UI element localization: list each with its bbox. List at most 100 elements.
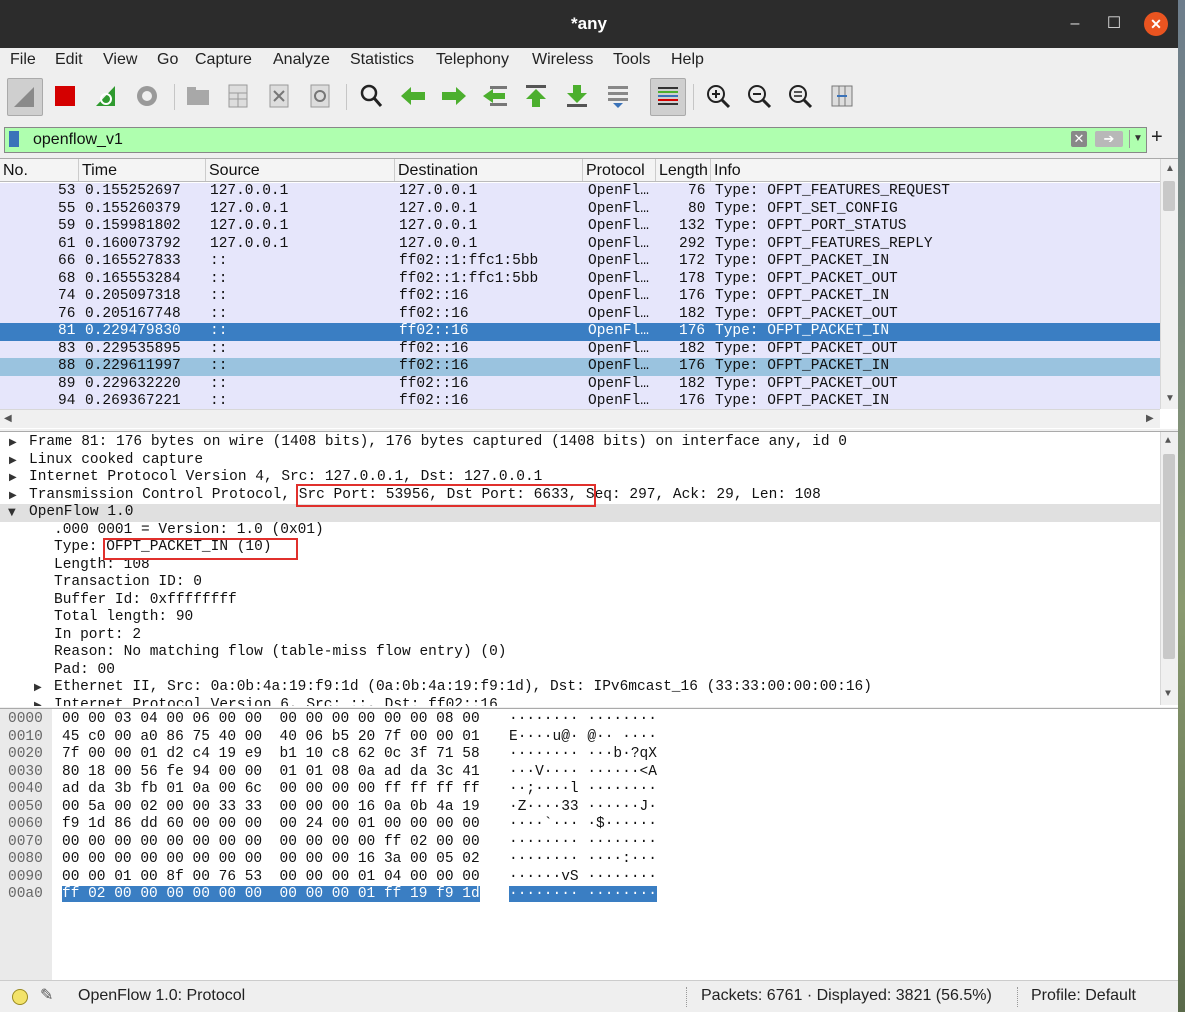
packet-row[interactable]: 61 0.160073792 127.0.0.1 127.0.0.1 OpenF… (0, 235, 1160, 253)
detail-field[interactable]: Transaction ID: 0 (0, 574, 1160, 592)
column-header-destination[interactable]: Destination (398, 162, 478, 180)
detail-field[interactable]: Reason: No matching flow (table-miss flo… (0, 644, 1160, 662)
expand-arrow-icon[interactable]: ▶ (34, 682, 42, 693)
go-to-packet-button[interactable] (478, 78, 512, 114)
bytes-hex[interactable]: 7f 00 00 01 d2 c4 19 e9 b1 10 c8 62 0c 3… (62, 746, 480, 762)
expand-arrow-icon[interactable]: ▶ (9, 437, 17, 448)
detail-tree-item[interactable]: ▶ Frame 81: 176 bytes on wire (1408 bits… (0, 434, 1160, 452)
bytes-ascii[interactable]: ·Z····33 ······J· (509, 799, 657, 815)
zoom-in-button[interactable] (701, 78, 735, 114)
bytes-hex[interactable]: ad da 3b fb 01 0a 00 6c 00 00 00 00 ff f… (62, 781, 480, 797)
bytes-ascii[interactable]: ········ ········ (509, 711, 657, 727)
zoom-out-button[interactable] (742, 78, 776, 114)
apply-filter-button[interactable]: ➔ (1095, 131, 1123, 147)
display-filter-input[interactable] (31, 129, 1055, 151)
bytes-row[interactable]: 0040 ad da 3b fb 01 0a 00 6c 00 00 00 00… (0, 781, 700, 799)
bytes-hex[interactable]: 80 18 00 56 fe 94 00 00 01 01 08 0a ad d… (62, 764, 480, 780)
bytes-row[interactable]: 0060 f9 1d 86 dd 60 00 00 00 00 24 00 01… (0, 816, 700, 834)
bytes-ascii[interactable]: ········ ···b·?qX (509, 746, 657, 762)
bytes-row[interactable]: 0050 00 5a 00 02 00 00 33 33 00 00 00 16… (0, 799, 700, 817)
scrollbar-thumb[interactable] (1163, 454, 1175, 659)
bytes-ascii[interactable]: ········ ········ (509, 834, 657, 850)
go-forward-button[interactable] (437, 78, 471, 114)
column-header-info[interactable]: Info (714, 162, 741, 180)
minimize-button[interactable]: – (1063, 12, 1087, 36)
expand-arrow-icon[interactable]: ▶ (9, 490, 17, 501)
detail-field[interactable]: In port: 2 (0, 627, 1160, 645)
expand-arrow-icon[interactable]: ▶ (34, 700, 42, 706)
menu-wireless[interactable]: Wireless (532, 51, 593, 69)
menu-help[interactable]: Help (671, 51, 704, 69)
bytes-hex[interactable]: 00 00 00 00 00 00 00 00 00 00 00 00 ff 0… (62, 834, 480, 850)
packet-row[interactable]: 59 0.159981802 127.0.0.1 127.0.0.1 OpenF… (0, 218, 1160, 236)
bytes-hex[interactable]: 00 00 01 00 8f 00 76 53 00 00 00 01 04 0… (62, 869, 480, 885)
bytes-hex[interactable]: ff 02 00 00 00 00 00 00 00 00 00 01 ff 1… (62, 886, 480, 902)
status-profile[interactable]: Profile: Default (1031, 987, 1136, 1005)
expert-info-icon[interactable] (12, 989, 28, 1005)
packet-row[interactable]: 94 0.269367221 :: ff02::16 OpenFl… 176 T… (0, 393, 1160, 409)
scroll-up-icon[interactable]: ▲ (1165, 163, 1175, 174)
bytes-row[interactable]: 0020 7f 00 00 01 d2 c4 19 e9 b1 10 c8 62… (0, 746, 700, 764)
column-header-time[interactable]: Time (82, 162, 117, 180)
colorize-button[interactable] (650, 78, 686, 116)
packet-row[interactable]: 68 0.165553284 :: ff02::1:ffc1:5bb OpenF… (0, 270, 1160, 288)
scroll-right-icon[interactable]: ▶ (1146, 413, 1154, 424)
column-header-protocol[interactable]: Protocol (586, 162, 645, 180)
resize-columns-button[interactable] (825, 78, 859, 114)
packet-row-selected[interactable]: 81 0.229479830 :: ff02::16 OpenFl… 176 T… (0, 323, 1160, 341)
start-capture-button[interactable] (7, 78, 43, 116)
menu-analyze[interactable]: Analyze (273, 51, 330, 69)
menu-edit[interactable]: Edit (55, 51, 83, 69)
scroll-up-icon[interactable]: ▲ (1165, 436, 1171, 447)
scroll-down-icon[interactable]: ▼ (1165, 393, 1175, 404)
bytes-ascii[interactable]: E····u@· @·· ···· (509, 729, 657, 745)
bytes-row[interactable]: 0090 00 00 01 00 8f 00 76 53 00 00 00 01… (0, 869, 700, 887)
bookmark-icon[interactable] (9, 131, 19, 147)
capture-comment-icon[interactable]: ✎ (40, 985, 53, 1005)
close-file-button[interactable] (262, 78, 296, 114)
normal-size-button[interactable] (783, 78, 817, 114)
bytes-row-selected[interactable]: 00a0 ff 02 00 00 00 00 00 00 00 00 00 01… (0, 886, 700, 904)
scrollbar-thumb[interactable] (1163, 181, 1175, 211)
stop-capture-button[interactable] (48, 78, 82, 114)
bytes-hex[interactable]: 45 c0 00 a0 86 75 40 00 40 06 b5 20 7f 0… (62, 729, 480, 745)
packet-list-horizontal-scrollbar[interactable]: ◀ ▶ (0, 409, 1160, 428)
clear-filter-button[interactable]: ✕ (1071, 131, 1087, 147)
scroll-down-icon[interactable]: ▼ (1165, 689, 1171, 700)
packet-row[interactable]: 53 0.155252697 127.0.0.1 127.0.0.1 OpenF… (0, 183, 1160, 201)
detail-tree-item[interactable]: ▶ Ethernet II, Src: 0a:0b:4a:19:f9:1d (0… (0, 679, 1160, 697)
detail-tree-item[interactable]: ▶ Linux cooked capture (0, 452, 1160, 470)
bytes-ascii[interactable]: ···V···· ······<A (509, 764, 657, 780)
open-file-button[interactable] (181, 78, 215, 114)
capture-options-button[interactable] (130, 78, 164, 114)
expand-arrow-icon[interactable]: ▶ (9, 455, 17, 466)
detail-tree-item[interactable]: ▶ Internet Protocol Version 6, Src: ::, … (0, 697, 1160, 706)
bytes-row[interactable]: 0080 00 00 00 00 00 00 00 00 00 00 00 16… (0, 851, 700, 869)
column-header-length[interactable]: Length (659, 162, 709, 180)
bytes-row[interactable]: 0070 00 00 00 00 00 00 00 00 00 00 00 00… (0, 834, 700, 852)
scroll-left-icon[interactable]: ◀ (4, 413, 12, 424)
details-vertical-scrollbar[interactable]: ▲ ▼ (1160, 432, 1178, 705)
bytes-hex[interactable]: 00 5a 00 02 00 00 33 33 00 00 00 16 0a 0… (62, 799, 480, 815)
save-file-button[interactable] (221, 78, 255, 114)
packet-row[interactable]: 55 0.155260379 127.0.0.1 127.0.0.1 OpenF… (0, 200, 1160, 218)
collapse-arrow-icon[interactable]: ▼ (8, 507, 16, 518)
reload-file-button[interactable] (303, 78, 337, 114)
bytes-ascii[interactable]: ········ ········ (509, 886, 657, 902)
packet-row[interactable]: 74 0.205097318 :: ff02::16 OpenFl… 176 T… (0, 288, 1160, 306)
packet-list-vertical-scrollbar[interactable]: ▲ ▼ (1160, 159, 1178, 409)
detail-field[interactable]: Buffer Id: 0xffffffff (0, 592, 1160, 610)
bytes-row[interactable]: 0000 00 00 03 04 00 06 00 00 00 00 00 00… (0, 711, 700, 729)
packet-row[interactable]: 83 0.229535895 :: ff02::16 OpenFl… 182 T… (0, 340, 1160, 358)
auto-scroll-button[interactable] (601, 78, 635, 114)
detail-field[interactable]: .000 0001 = Version: 1.0 (0x01) (0, 522, 1160, 540)
expand-arrow-icon[interactable]: ▶ (9, 472, 17, 483)
packet-row[interactable]: 89 0.229632220 :: ff02::16 OpenFl… 182 T… (0, 375, 1160, 393)
bytes-ascii[interactable]: ······vS ········ (509, 869, 657, 885)
menu-capture[interactable]: Capture (195, 51, 252, 69)
bytes-row[interactable]: 0030 80 18 00 56 fe 94 00 00 01 01 08 0a… (0, 764, 700, 782)
find-packet-button[interactable] (354, 78, 388, 114)
maximize-button[interactable]: ☐ (1102, 12, 1126, 36)
packet-row-related[interactable]: 88 0.229611997 :: ff02::16 OpenFl… 176 T… (0, 358, 1160, 376)
menu-telephony[interactable]: Telephony (436, 51, 509, 69)
